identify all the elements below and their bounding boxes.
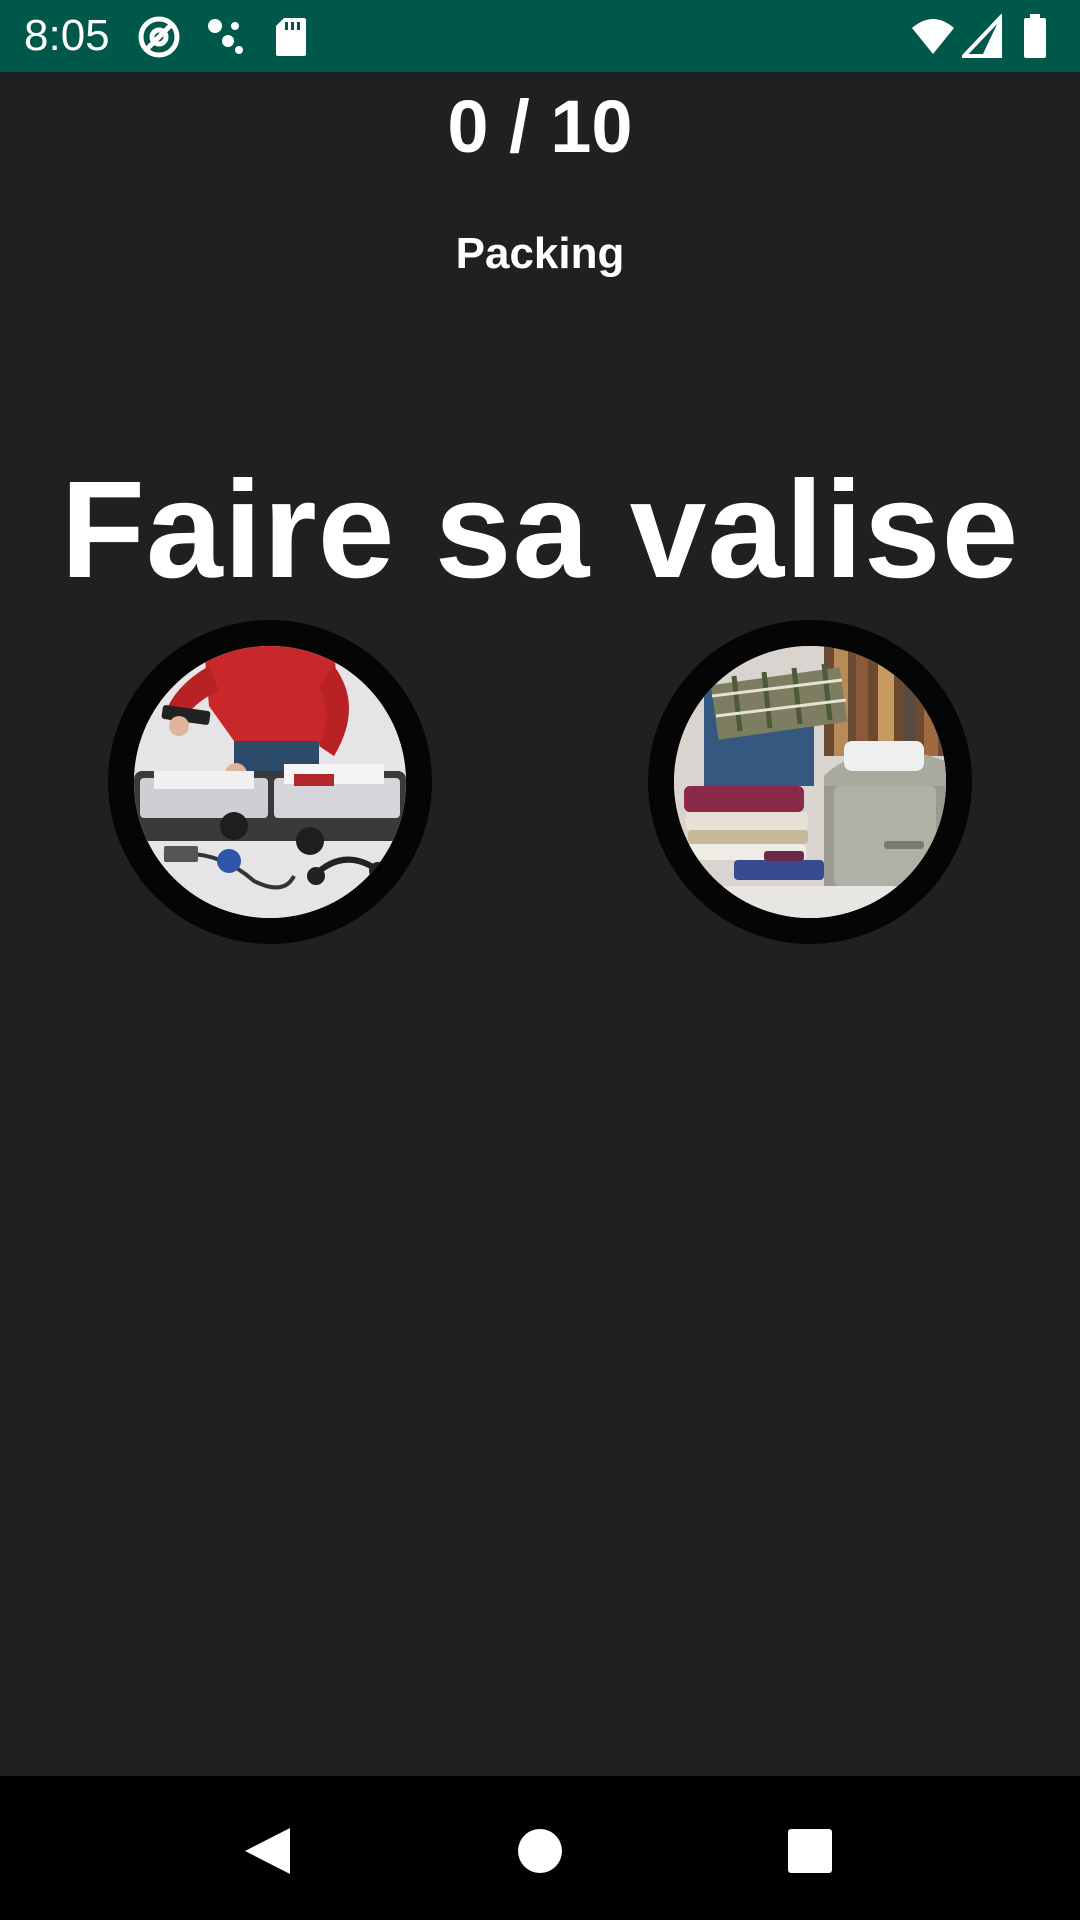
progress-counter: 0 / 10 [447, 85, 633, 168]
assistant-dots-icon [206, 14, 248, 65]
status-time: 8:05 [24, 11, 110, 60]
answer-option-2[interactable] [648, 620, 972, 944]
status-bar: 8:05 [0, 0, 1080, 72]
wifi-icon [910, 14, 956, 65]
back-icon[interactable] [225, 1806, 315, 1896]
person-folding-clothes-into-suitcase-photo [674, 646, 946, 918]
quiz-phrase: Faire sa valise [60, 453, 1020, 607]
home-icon[interactable] [495, 1806, 585, 1896]
category-label: Packing [455, 229, 625, 278]
battery-icon [1022, 14, 1048, 65]
status-system-icons [910, 12, 1060, 58]
answer-option-1[interactable] [108, 620, 432, 944]
person-packing-suitcase-with-electronics-photo [134, 646, 406, 918]
cell-signal-icon [959, 12, 1002, 65]
navigation-bar [0, 1776, 1080, 1920]
recents-icon[interactable] [765, 1806, 855, 1896]
sd-card-icon [274, 14, 308, 65]
at-sign-icon [136, 14, 182, 65]
